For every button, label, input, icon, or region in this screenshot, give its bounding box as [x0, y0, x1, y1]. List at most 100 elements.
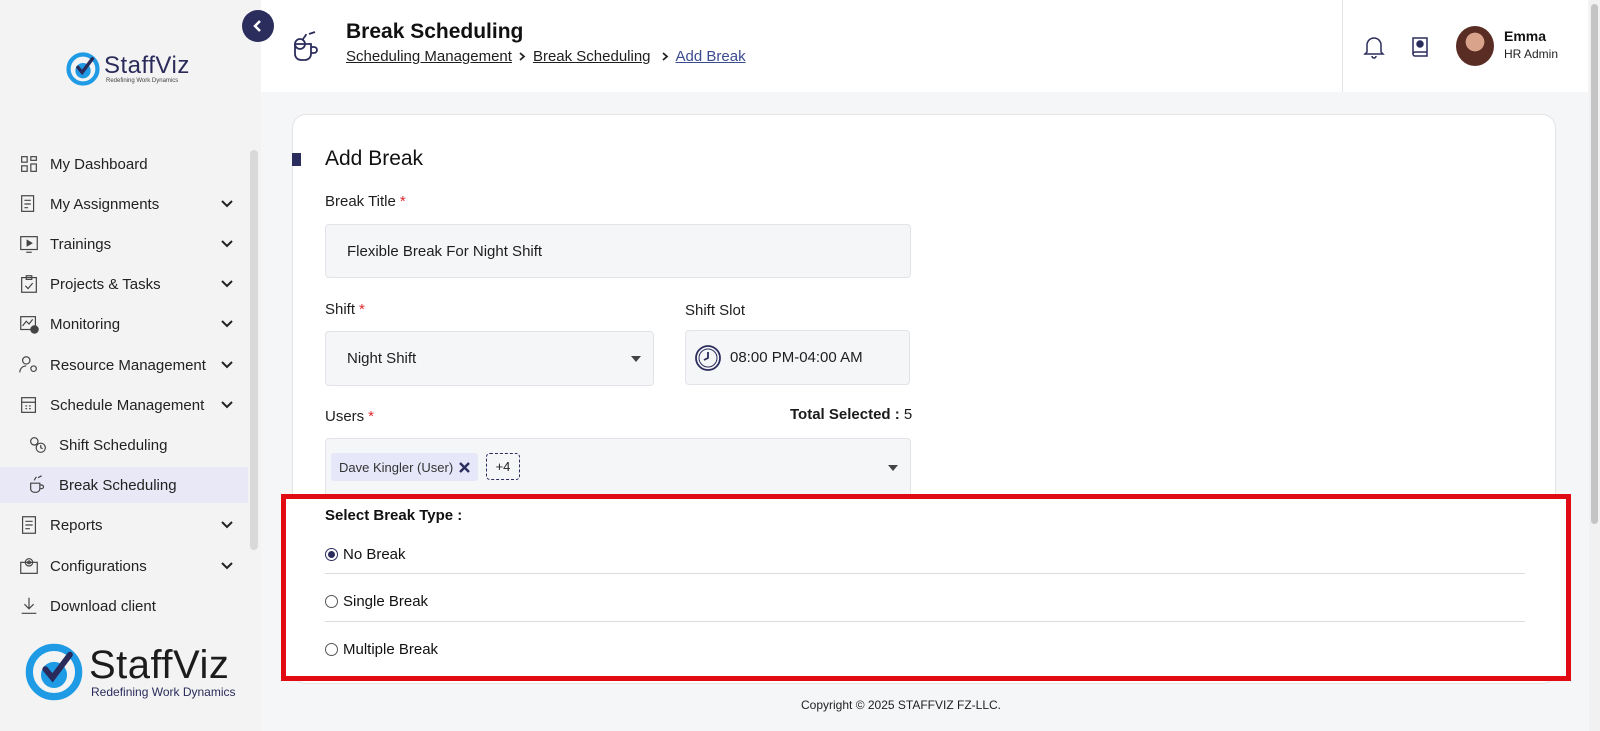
required-asterisk: * — [368, 408, 375, 425]
close-icon[interactable] — [459, 461, 471, 473]
staffviz-logo[interactable]: StaffViz Redefining Work Dynamics — [66, 52, 190, 86]
breadcrumb-scheduling-management[interactable]: Scheduling Management — [346, 48, 512, 65]
sidebar-item-download-client[interactable]: Download client — [0, 588, 248, 616]
collapse-sidebar-button[interactable] — [242, 10, 274, 42]
logo-tagline: Redefining Work Dynamics — [91, 685, 236, 699]
sidebar-item-label: Break Scheduling — [59, 476, 177, 494]
sidebar-item-label: Shift Scheduling — [59, 436, 168, 454]
caret-down-icon — [631, 355, 641, 362]
user-role: HR Admin — [1504, 47, 1559, 61]
sidebar-item-label: My Assignments — [50, 195, 160, 213]
break-type-label: Select Break Type : — [325, 507, 463, 524]
sidebar-item-label: Trainings — [50, 235, 112, 253]
caret-down-icon — [888, 465, 898, 471]
sidebar-item-label: Monitoring — [50, 315, 121, 333]
divider — [325, 573, 1525, 574]
shift-slot-value: 08:00 PM-04:00 AM — [730, 349, 863, 366]
more-users-badge[interactable]: +4 — [486, 453, 520, 480]
monitoring-icon — [20, 316, 39, 334]
shift-slot-field: 08:00 PM-04:00 AM — [685, 330, 910, 385]
page-header: Break Scheduling Scheduling Management B… — [261, 0, 1588, 92]
logo-name: StaffViz — [104, 52, 190, 79]
sidebar-item-trainings[interactable]: Trainings — [0, 226, 248, 262]
chevron-left-icon — [253, 20, 261, 32]
break-icon — [294, 31, 318, 61]
sidebar: StaffViz Redefining Work Dynamics My Das… — [0, 0, 261, 731]
avatar[interactable] — [1456, 26, 1494, 66]
radio-button[interactable] — [325, 594, 338, 608]
sidebar-item-configurations[interactable]: Configurations — [0, 548, 248, 584]
training-icon — [20, 236, 38, 253]
assignments-icon — [21, 195, 35, 212]
bell-icon[interactable] — [1361, 34, 1387, 60]
shift-slot-label: Shift Slot — [685, 302, 746, 319]
break-title-input[interactable]: Flexible Break For Night Shift — [325, 224, 911, 278]
sidebar-item-label: Projects & Tasks — [50, 275, 161, 293]
sidebar-item-label: Download client — [50, 597, 156, 615]
divider — [325, 621, 1525, 622]
page-scrollbar[interactable] — [1589, 0, 1600, 731]
dashboard-icon — [21, 156, 37, 172]
staffviz-logo-icon — [66, 52, 100, 86]
users-label: Users * — [325, 408, 375, 425]
sidebar-item-label: Configurations — [50, 557, 147, 575]
break-title-label: Break Title * — [325, 193, 406, 210]
sidebar-scrollbar[interactable] — [250, 150, 258, 550]
total-selected-count: 5 — [903, 406, 913, 423]
sidebar-item-projects-tasks[interactable]: Projects & Tasks — [0, 266, 248, 302]
sidebar-item-reports[interactable]: Reports — [0, 507, 248, 543]
user-name: Emma — [1504, 28, 1547, 44]
chevron-down-icon — [221, 200, 233, 208]
page-title: Break Scheduling — [346, 20, 524, 43]
radio-multiple-break[interactable]: Multiple Break — [325, 626, 1525, 672]
shift-select[interactable]: Night Shift — [325, 331, 654, 386]
user-chip: Dave Kingler (User) — [331, 453, 479, 481]
calendar-icon — [21, 397, 37, 413]
chevron-right-icon — [519, 52, 526, 61]
sidebar-item-resource-management[interactable]: Resource Management — [0, 347, 248, 383]
chevron-down-icon — [221, 521, 233, 529]
resource-icon — [19, 356, 37, 373]
copyright-text: Copyright © 2025 STAFFVIZ FZ-LLC. — [801, 698, 1002, 712]
chevron-down-icon — [221, 320, 233, 328]
chevron-down-icon — [221, 401, 233, 409]
required-asterisk: * — [359, 301, 365, 318]
sidebar-item-my-dashboard[interactable]: My Dashboard — [0, 146, 248, 182]
staffviz-logo-icon — [25, 643, 83, 701]
breadcrumb: Scheduling Management Break Scheduling A… — [346, 48, 746, 65]
sidebar-item-monitoring[interactable]: Monitoring — [0, 306, 248, 342]
break-icon — [30, 475, 45, 493]
radio-button[interactable] — [325, 642, 338, 656]
sidebar-nav: My Dashboard My Assignments Trainings Pr… — [0, 146, 248, 616]
total-selected-label: Total Selected : — [790, 406, 900, 423]
radio-no-break[interactable]: No Break — [325, 531, 1525, 577]
sidebar-item-label: My Dashboard — [50, 155, 148, 173]
download-icon — [21, 597, 37, 614]
radio-label: No Break — [343, 545, 406, 563]
sidebar-item-break-scheduling[interactable]: Break Scheduling — [0, 467, 248, 503]
breadcrumb-break-scheduling[interactable]: Break Scheduling — [533, 48, 651, 65]
sidebar-item-my-assignments[interactable]: My Assignments — [0, 186, 248, 222]
shift-icon — [30, 437, 46, 453]
sidebar-item-schedule-management[interactable]: Schedule Management — [0, 387, 248, 423]
chevron-right-icon — [661, 52, 668, 61]
staffviz-logo-large: StaffViz Redefining Work Dynamics — [25, 643, 236, 701]
page-scrollbar-thumb[interactable] — [1591, 4, 1598, 524]
clock-icon — [695, 344, 721, 371]
section-marker — [292, 153, 301, 166]
radio-button-checked[interactable] — [325, 547, 338, 561]
shift-label: Shift * — [325, 301, 365, 318]
breadcrumb-add-break[interactable]: Add Break — [676, 48, 746, 65]
radio-label: Single Break — [343, 592, 429, 610]
sidebar-item-label: Schedule Management — [50, 396, 205, 414]
user-chip-label: Dave Kingler (User) — [339, 459, 454, 475]
sidebar-item-shift-scheduling[interactable]: Shift Scheduling — [0, 427, 248, 463]
radio-single-break[interactable]: Single Break — [325, 578, 1525, 624]
sidebar-item-label: Resource Management — [50, 356, 206, 374]
section-title: Add Break — [325, 147, 424, 170]
radio-label: Multiple Break — [343, 640, 439, 658]
handbook-icon[interactable] — [1408, 34, 1434, 60]
chevron-down-icon — [221, 280, 233, 288]
chevron-down-icon — [221, 240, 233, 248]
header-divider — [1342, 0, 1343, 92]
